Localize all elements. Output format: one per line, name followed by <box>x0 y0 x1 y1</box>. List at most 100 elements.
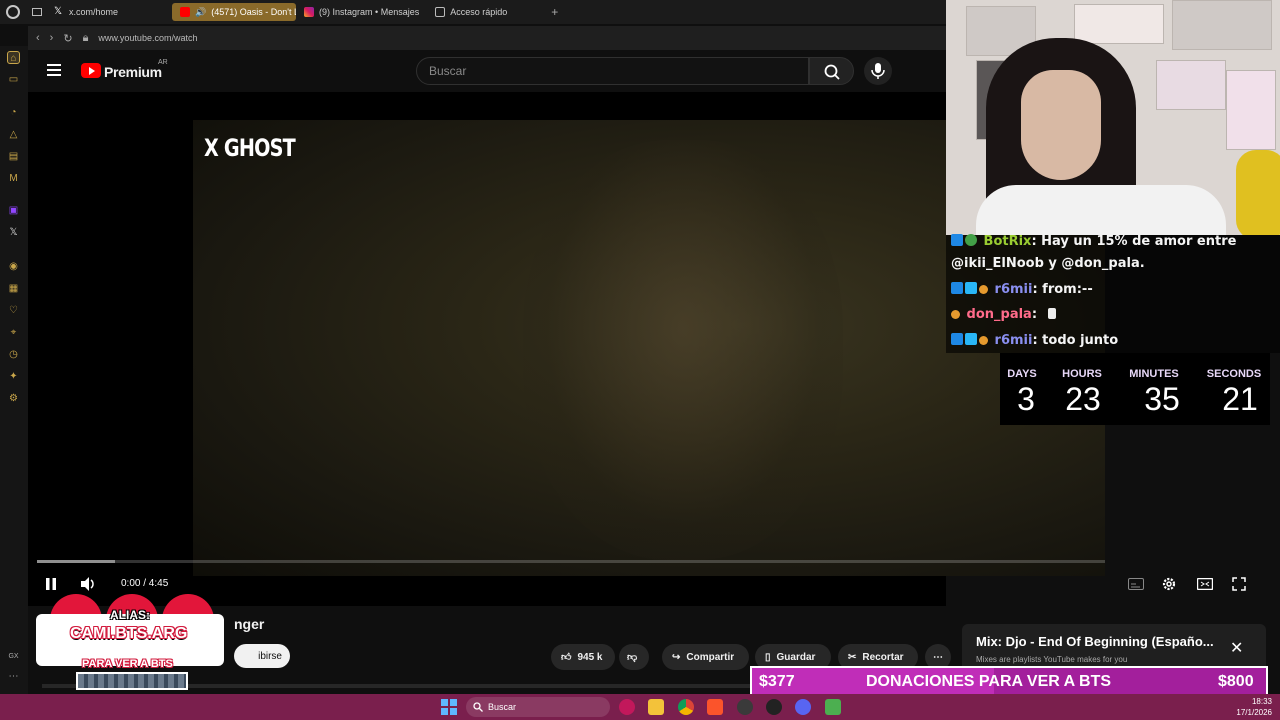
address-bar: ‹ › ↻ 🔒︎ www.youtube.com/watch <box>28 26 946 50</box>
share-button[interactable]: ↪ Compartir <box>662 644 749 670</box>
dislike-button[interactable]: 👎︎ <box>619 644 649 670</box>
reload-icon[interactable]: ↻ <box>63 32 72 45</box>
subtitles-icon[interactable] <box>1128 578 1144 590</box>
share-label: Compartir <box>686 651 735 663</box>
alias-handle: CAMI.BTS.ARG <box>70 625 188 642</box>
chat-username[interactable]: r6mii <box>995 333 1033 348</box>
volume-icon[interactable] <box>80 577 96 591</box>
tabs-icon <box>32 8 42 16</box>
tab-label: Acceso rápido <box>450 7 508 17</box>
time-display: 0:00 / 4:45 <box>121 578 169 589</box>
youtube-logo-icon[interactable] <box>81 63 101 78</box>
apps-icon[interactable]: ▦ <box>7 282 20 295</box>
taskbar-search[interactable]: Buscar <box>466 697 610 717</box>
screen: 𝕏 x.com/home 🔊 (4571) Oasis - Don't L (9… <box>0 0 1280 720</box>
webcam-feed <box>946 0 1280 235</box>
sticker-badge-icon <box>979 285 988 294</box>
m-app-icon[interactable]: M <box>7 172 20 185</box>
search-icon <box>473 702 483 712</box>
video-player[interactable]: X GHOST 0:00 / 4:45 <box>28 92 1246 606</box>
gamepad-icon[interactable]: ▭ <box>7 73 20 86</box>
pin-icon[interactable]: ⌖ <box>7 326 20 339</box>
home-icon[interactable]: ⌂ <box>7 51 20 64</box>
x-icon[interactable]: 𝕏 <box>7 226 20 239</box>
twitch-icon[interactable]: ▣ <box>7 204 20 217</box>
tab-menu-icon[interactable] <box>28 3 46 21</box>
opera-gx-taskbar-icon[interactable] <box>619 699 635 715</box>
badge-icon <box>951 333 963 345</box>
gx-icon[interactable]: GX <box>7 650 20 663</box>
extensions-icon[interactable]: ✦ <box>7 370 20 383</box>
taskbar-clock[interactable]: 18:33 17/1/2026 <box>1224 696 1272 718</box>
back-icon[interactable]: ‹ <box>36 32 40 44</box>
save-label: Guardar <box>776 651 816 663</box>
player-icon[interactable]: ◉ <box>7 260 20 273</box>
mix-subtitle: Mixes are playlists YouTube makes for yo… <box>976 655 1128 664</box>
wall-poster-image <box>1226 70 1276 150</box>
voice-search-button[interactable] <box>864 57 892 85</box>
chat-message: BotRix: Hay un 15% de amor entre <box>951 234 1236 249</box>
alias-overlay: ALIAS: CAMI.BTS.ARG PARA VER A BTS <box>34 594 226 694</box>
forward-icon[interactable]: › <box>50 32 54 44</box>
tab-x-home[interactable]: 𝕏 x.com/home <box>46 3 126 21</box>
mix-playlist-panel[interactable]: Mix: Djo - End Of Beginning (Españo... M… <box>962 624 1266 668</box>
group-photo-image <box>76 672 188 690</box>
new-tab-plus-icon[interactable]: + <box>551 5 558 19</box>
discord-icon[interactable] <box>795 699 811 715</box>
minecraft-icon[interactable] <box>825 699 841 715</box>
tab-youtube-oasis[interactable]: 🔊 (4571) Oasis - Don't L <box>172 3 297 21</box>
tab-label: (9) Instagram • Mensajes <box>319 7 420 17</box>
chat-username[interactable]: don_pala <box>967 307 1032 322</box>
sticker-badge-icon <box>951 310 960 319</box>
fullscreen-icon[interactable] <box>1232 577 1246 591</box>
chat-text: : todo junto <box>1032 333 1119 348</box>
donation-current: $377 <box>759 673 795 690</box>
heart-icon[interactable]: ♡ <box>7 304 20 317</box>
search-button[interactable] <box>809 57 854 85</box>
countdown-label-minutes: MINUTES <box>1129 368 1179 380</box>
search-input[interactable]: Buscar <box>416 57 809 85</box>
tab-speed-dial[interactable]: Acceso rápido <box>427 3 515 21</box>
steam-icon[interactable] <box>766 699 782 715</box>
countdown-value-minutes: 35 <box>1144 381 1180 417</box>
mix-title[interactable]: Mix: Djo - End Of Beginning (Españo... <box>976 634 1214 649</box>
browser-tab-bar: 𝕏 x.com/home 🔊 (4571) Oasis - Don't L (9… <box>0 0 946 24</box>
youtube-brand[interactable]: Premium <box>104 64 162 80</box>
clock-icon[interactable]: ◷ <box>7 348 20 361</box>
windows-taskbar: Buscar 18:33 17/1/2026 <box>0 694 1280 720</box>
like-button[interactable]: 👍︎ 945 k <box>551 644 615 670</box>
chrome-icon[interactable] <box>678 699 694 715</box>
taskbar-search-label: Buscar <box>488 702 517 712</box>
donation-goal-bar: $377 DONACIONES PARA VER A BTS $800 <box>750 666 1268 696</box>
microphone-icon <box>871 63 885 79</box>
alias-subtitle: PARA VER A BTS <box>82 658 173 670</box>
region-code: AR <box>158 59 168 66</box>
settings-icon[interactable]: ⚙ <box>7 392 20 405</box>
search-icon <box>824 64 840 80</box>
countdown-value-days: 3 <box>1017 381 1035 417</box>
chat-username[interactable]: BotRix <box>984 234 1032 249</box>
aria-icon[interactable]: ◔ <box>7 106 20 119</box>
app-icon[interactable] <box>737 699 753 715</box>
subscribe-button[interactable]: ibirse <box>234 644 290 668</box>
more-icon[interactable]: ⋯ <box>7 670 20 683</box>
url-text[interactable]: www.youtube.com/watch <box>98 33 197 43</box>
progress-bar[interactable] <box>37 560 1105 563</box>
youtube-header: Premium AR Buscar <box>28 50 946 92</box>
opera-logo-icon[interactable] <box>6 5 20 19</box>
file-explorer-icon[interactable] <box>648 699 664 715</box>
hamburger-menu-icon[interactable] <box>47 64 61 76</box>
theater-mode-icon[interactable] <box>1197 578 1213 590</box>
close-icon[interactable]: ✕ <box>1230 638 1243 658</box>
tab-instagram[interactable]: (9) Instagram • Mensajes <box>296 3 427 21</box>
pause-icon[interactable] <box>45 578 57 590</box>
windows-start-icon[interactable] <box>441 699 457 715</box>
flask-icon[interactable]: △ <box>7 128 20 141</box>
subscribe-label: ibirse <box>258 650 282 662</box>
brave-icon[interactable] <box>707 699 723 715</box>
chat-username[interactable]: r6mii <box>995 282 1033 297</box>
chat-message: @ikii_ElNoob y @don_pala. <box>951 256 1145 271</box>
countdown-label-hours: HOURS <box>1062 368 1102 380</box>
settings-gear-icon[interactable] <box>1161 576 1177 592</box>
wallet-icon[interactable]: ▤ <box>7 150 20 163</box>
